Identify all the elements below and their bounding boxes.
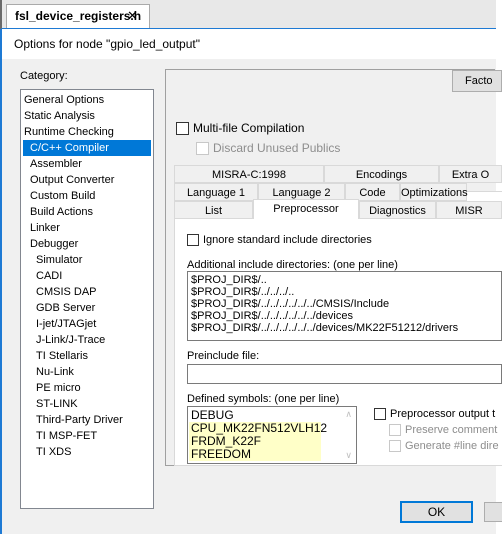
category-item[interactable]: General Options (23, 92, 151, 108)
preserve-comments-checkbox[interactable] (389, 424, 401, 436)
category-item[interactable]: Output Converter (23, 172, 151, 188)
editor-tab-file[interactable]: fsl_device_registers.h ✕ (6, 4, 150, 28)
generate-line-option[interactable]: Generate #line dire (389, 440, 499, 452)
pp-output-label: Preprocessor output t (390, 408, 496, 420)
category-item[interactable]: TI MSP-FET (23, 428, 151, 444)
multi-file-checkbox[interactable] (176, 121, 189, 135)
tab-encodings[interactable]: Encodings (324, 165, 439, 183)
category-item[interactable]: GDB Server (23, 300, 151, 316)
discard-unused-label: Discard Unused Publics (213, 141, 341, 155)
tab-list[interactable]: List (174, 201, 253, 219)
ok-button[interactable]: OK (400, 501, 473, 523)
defined-symbol-line: FREEDOM (189, 448, 321, 461)
include-dir-line: $PROJ_DIR$/../../../.. (191, 286, 295, 298)
dialog-header: Options for node "gpio_led_output" (2, 29, 496, 59)
discard-unused-checkbox[interactable] (196, 141, 209, 155)
pp-output-checkbox[interactable] (374, 408, 386, 420)
category-item[interactable]: Build Actions (23, 204, 151, 220)
category-list[interactable]: General Options Static Analysis Runtime Ch… (20, 89, 154, 509)
generate-line-checkbox[interactable] (389, 440, 401, 452)
scroll-up-icon[interactable]: ∧ (345, 409, 352, 420)
tab-diagnostics[interactable]: Diagnostics (359, 201, 436, 219)
preinclude-input[interactable] (187, 364, 502, 384)
tab-optimizations[interactable]: Optimizations (400, 183, 468, 201)
category-item[interactable]: CADI (23, 268, 151, 284)
category-item[interactable]: Custom Build (23, 188, 151, 204)
multi-file-label: Multi-file Compilation (193, 121, 305, 135)
category-item[interactable]: Debugger (23, 236, 151, 252)
category-item[interactable]: TI Stellaris (23, 348, 151, 364)
include-dir-line: $PROJ_DIR$/../../../../../../CMSIS/Inclu… (191, 298, 390, 310)
close-icon[interactable]: ✕ (127, 8, 138, 24)
category-item[interactable]: ST-LINK (23, 396, 151, 412)
category-item[interactable]: C/C++ Compiler (23, 140, 151, 156)
category-item[interactable]: Static Analysis (23, 108, 151, 124)
category-item[interactable]: Nu-Link (23, 364, 151, 380)
include-dirs-label: Additional include directories: (one per… (187, 259, 398, 271)
defined-symbols-label: Defined symbols: (one per line) (187, 393, 340, 405)
category-item[interactable]: Linker (23, 220, 151, 236)
editor-tab-filename: fsl_device_registers.h (15, 9, 142, 23)
include-dirs-textarea[interactable]: $PROJ_DIR$/.. $PROJ_DIR$/../../../.. $PROJ… (187, 271, 502, 341)
tab-misr[interactable]: MISR (436, 201, 502, 219)
cancel-button[interactable] (484, 502, 502, 522)
preinclude-label: Preinclude file: (187, 350, 260, 362)
ignore-std-option[interactable]: Ignore standard include directories (187, 234, 372, 246)
tab-language-1[interactable]: Language 1 (174, 183, 258, 201)
tab-misra-c-1998[interactable]: MISRA-C:1998 (174, 165, 324, 183)
defined-symbols-textarea[interactable]: ∧ ∨ DEBUG CPU_MK22FN512VLH12 FRDM_K22F FREE… (187, 406, 357, 464)
category-item[interactable]: J-Link/J-Trace (23, 332, 151, 348)
discard-unused-option[interactable]: Discard Unused Publics (196, 141, 340, 155)
category-item[interactable]: Simulator (23, 252, 151, 268)
category-item[interactable]: TI XDS (23, 444, 151, 460)
scroll-down-icon[interactable]: ∨ (345, 450, 352, 461)
include-dir-line: $PROJ_DIR$/../../../../../../devices/MK2… (191, 322, 459, 334)
tab-preprocessor[interactable]: Preprocessor (253, 199, 359, 219)
dialog-title: Options for node "gpio_led_output" (14, 37, 200, 51)
preserve-comments-label: Preserve comment (405, 424, 498, 436)
pp-output-option[interactable]: Preprocessor output t (374, 408, 495, 420)
category-item[interactable]: CMSIS DAP (23, 284, 151, 300)
factory-settings-button[interactable]: Facto (452, 70, 502, 92)
ignore-std-label: Ignore standard include directories (203, 234, 372, 246)
tab-extra-o[interactable]: Extra O (439, 165, 502, 183)
category-item[interactable]: Runtime Checking (23, 124, 151, 140)
include-dir-line: $PROJ_DIR$/.. (191, 274, 267, 286)
preserve-comments-option[interactable]: Preserve comment (389, 424, 497, 436)
category-item[interactable]: PE micro (23, 380, 151, 396)
generate-line-label: Generate #line dire (405, 440, 499, 452)
ignore-std-checkbox[interactable] (187, 234, 199, 246)
include-dir-line: $PROJ_DIR$/../../../../../../devices (191, 310, 353, 322)
category-item[interactable]: Assembler (23, 156, 151, 172)
editor-tab-bar: fsl_device_registers.h ✕ (0, 0, 496, 30)
multi-file-compilation-option[interactable]: Multi-file Compilation (176, 121, 304, 135)
category-label: Category: (20, 70, 68, 82)
category-item[interactable]: I-jet/JTAGjet (23, 316, 151, 332)
category-item[interactable]: Third-Party Driver (23, 412, 151, 428)
